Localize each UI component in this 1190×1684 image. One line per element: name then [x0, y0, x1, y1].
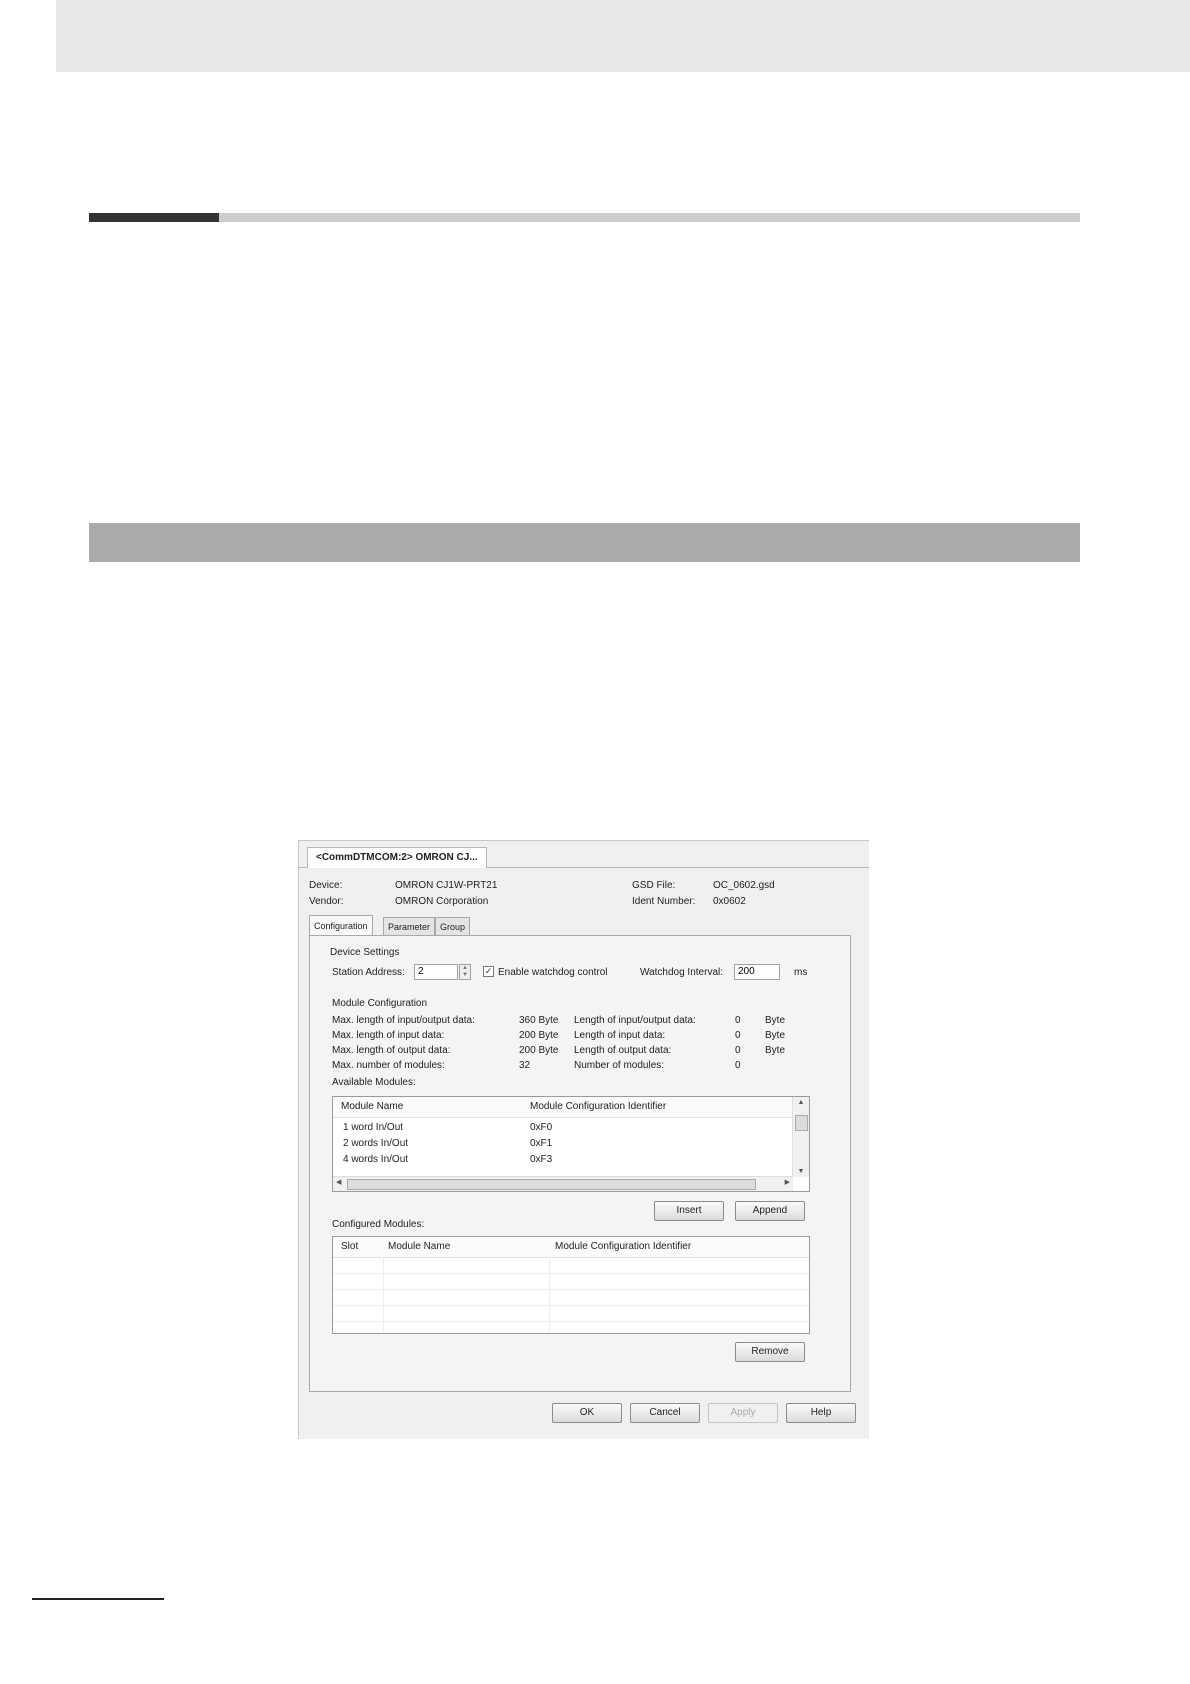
available-modules-list[interactable]: Module Name Module Configuration Identif…: [332, 1096, 810, 1192]
ident-number-value: 0x0602: [713, 896, 746, 907]
scroll-thumb[interactable]: [347, 1179, 756, 1190]
ident-number-label: Ident Number:: [632, 896, 696, 907]
column-module-identifier[interactable]: Module Configuration Identifier: [555, 1241, 691, 1252]
column-module-identifier[interactable]: Module Configuration Identifier: [530, 1101, 666, 1112]
module-config-title: Module Configuration: [332, 998, 428, 1009]
module-config-value: 32: [519, 1060, 531, 1071]
grid-line: [333, 1305, 809, 1306]
watchdog-interval-unit: ms: [794, 967, 808, 978]
gsd-file-value: OC_0602.gsd: [713, 880, 775, 891]
device-label: Device:: [309, 880, 343, 891]
station-address-label: Station Address:: [332, 967, 405, 978]
scroll-thumb[interactable]: [795, 1115, 808, 1131]
module-config-label-2: Length of input/output data:: [574, 1015, 696, 1026]
gsd-file-label: GSD File:: [632, 880, 676, 891]
module-name-cell: 2 words In/Out: [343, 1138, 409, 1149]
module-config-unit-2: Byte: [765, 1015, 786, 1026]
module-config-value: 200 Byte: [519, 1030, 559, 1041]
device-settings-title: Device Settings: [330, 947, 400, 958]
module-config-value-2: 0: [735, 1015, 741, 1026]
scroll-left-icon[interactable]: ◀: [336, 1178, 341, 1186]
horizontal-scrollbar[interactable]: ◀ ▶: [333, 1176, 793, 1191]
configured-modules-list[interactable]: Slot Module Name Module Configuration Id…: [332, 1236, 810, 1334]
module-config-value: 360 Byte: [519, 1015, 559, 1026]
cancel-button[interactable]: Cancel: [630, 1403, 700, 1423]
module-config-label-2: Length of output data:: [574, 1045, 672, 1056]
document-tabstrip: <CommDTMCOM:2> OMRON CJ...: [299, 841, 869, 868]
module-config-value-2: 0: [735, 1045, 741, 1056]
help-button[interactable]: Help: [786, 1403, 856, 1423]
spin-up-icon[interactable]: ▲: [460, 965, 470, 972]
module-config-value: 200 Byte: [519, 1045, 559, 1056]
module-config-label: Max. length of output data:: [332, 1045, 451, 1056]
section-rule: [219, 213, 1080, 222]
module-id-cell: 0xF1: [530, 1138, 553, 1149]
tab-parameter[interactable]: Parameter: [383, 917, 436, 936]
column-slot[interactable]: Slot: [341, 1241, 358, 1252]
module-config-value-2: 0: [735, 1030, 741, 1041]
tab-group[interactable]: Group: [435, 917, 471, 936]
watchdog-interval-label: Watchdog Interval:: [640, 967, 724, 978]
insert-button[interactable]: Insert: [654, 1201, 724, 1221]
station-address-spinner[interactable]: ▲ ▼: [459, 964, 471, 980]
document-tab[interactable]: <CommDTMCOM:2> OMRON CJ...: [307, 847, 487, 868]
module-id-cell: 0xF0: [530, 1122, 553, 1133]
column-module-name[interactable]: Module Name: [341, 1101, 403, 1112]
module-id-cell: 0xF3: [530, 1154, 553, 1165]
watchdog-interval-input[interactable]: [734, 964, 780, 980]
module-config-value-2: 0: [735, 1060, 741, 1071]
scroll-down-icon[interactable]: ▼: [793, 1168, 809, 1175]
module-config-label: Max. length of input data:: [332, 1030, 445, 1041]
module-config-unit-2: Byte: [765, 1030, 786, 1041]
module-config-label: Max. number of modules:: [332, 1060, 445, 1071]
tab-configuration[interactable]: Configuration: [309, 915, 373, 936]
module-name-cell: 4 words In/Out: [343, 1154, 409, 1165]
scroll-up-icon[interactable]: ▲: [793, 1099, 809, 1106]
spin-down-icon[interactable]: ▼: [460, 972, 470, 979]
scroll-right-icon[interactable]: ▶: [785, 1178, 790, 1186]
dtm-config-dialog: <CommDTMCOM:2> OMRON CJ... Device: OMRON…: [298, 840, 869, 1439]
vendor-value: OMRON Corporation: [395, 896, 489, 907]
vertical-scrollbar[interactable]: ▲ ▼: [792, 1097, 809, 1177]
section-rule-accent: [89, 213, 219, 222]
append-button[interactable]: Append: [735, 1201, 805, 1221]
module-name-cell: 1 word In/Out: [343, 1122, 404, 1133]
column-module-name[interactable]: Module Name: [388, 1241, 450, 1252]
watchdog-label: Enable watchdog control: [498, 967, 608, 978]
subsection-bar: [89, 523, 1080, 562]
list-header: Slot Module Name Module Configuration Id…: [333, 1237, 809, 1258]
grid-line: [333, 1289, 809, 1290]
grid-line: [333, 1321, 809, 1322]
grid-line: [549, 1257, 550, 1333]
footer-rule: [32, 1598, 164, 1600]
remove-button[interactable]: Remove: [735, 1342, 805, 1362]
grid-line: [333, 1273, 809, 1274]
configured-modules-title: Configured Modules:: [332, 1219, 425, 1230]
configuration-panel: Device Settings Station Address: ▲ ▼ ✓ E…: [309, 935, 851, 1392]
station-address-input[interactable]: [414, 964, 458, 980]
apply-button[interactable]: Apply: [708, 1403, 778, 1423]
module-config-label-2: Number of modules:: [574, 1060, 665, 1071]
device-value: OMRON CJ1W-PRT21: [395, 880, 498, 891]
module-config-label-2: Length of input data:: [574, 1030, 666, 1041]
vendor-label: Vendor:: [309, 896, 344, 907]
watchdog-checkbox[interactable]: ✓: [483, 966, 494, 977]
grid-line: [383, 1257, 384, 1333]
list-header: Module Name Module Configuration Identif…: [333, 1097, 809, 1118]
ok-button[interactable]: OK: [552, 1403, 622, 1423]
module-config-unit-2: Byte: [765, 1045, 786, 1056]
page-header-band: [56, 0, 1190, 72]
available-modules-title: Available Modules:: [332, 1077, 416, 1088]
module-config-label: Max. length of input/output data:: [332, 1015, 475, 1026]
